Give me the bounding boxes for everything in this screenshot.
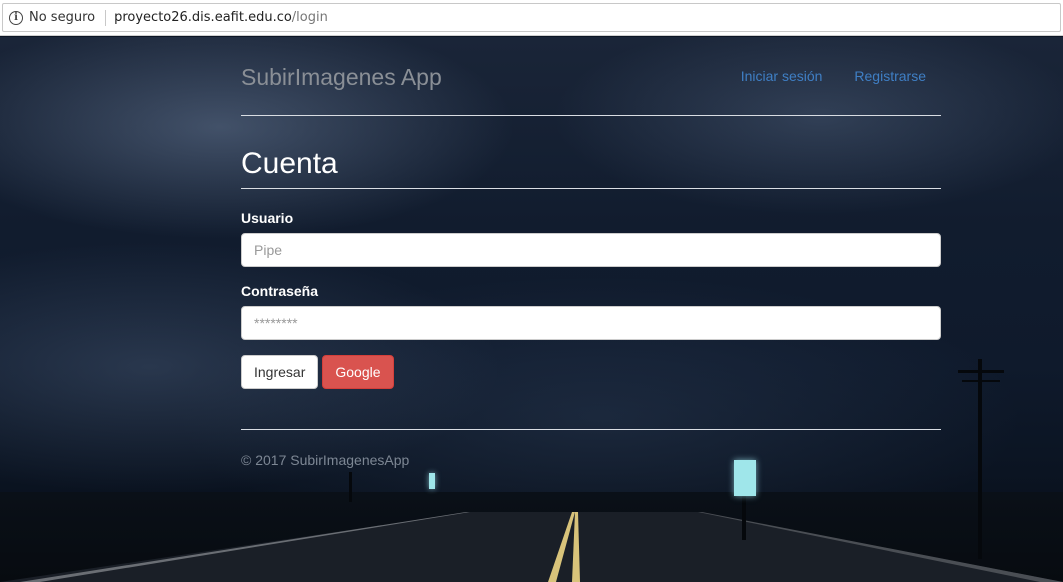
utility-pole-crossbar bbox=[962, 380, 1000, 382]
info-icon[interactable]: i bbox=[9, 10, 23, 25]
divider bbox=[105, 9, 107, 26]
form-buttons: Ingresar Google bbox=[241, 355, 941, 389]
main-container: SubirImagenes App Iniciar sesión Registr… bbox=[241, 37, 941, 468]
road-marker bbox=[429, 473, 435, 489]
nav-links: Iniciar sesión Registrarse bbox=[741, 68, 926, 84]
password-input[interactable] bbox=[241, 306, 941, 340]
navbar: SubirImagenes App Iniciar sesión Registr… bbox=[241, 37, 941, 116]
password-label: Contraseña bbox=[241, 283, 319, 299]
login-link[interactable]: Iniciar sesión bbox=[741, 68, 823, 84]
password-group: Contraseña bbox=[241, 283, 941, 340]
username-label: Usuario bbox=[241, 210, 294, 226]
register-link[interactable]: Registrarse bbox=[854, 68, 926, 84]
security-label[interactable]: No seguro bbox=[29, 10, 95, 25]
omnibox[interactable]: i No seguro proyecto26.dis.eafit.edu.co /… bbox=[2, 3, 1061, 32]
footer: © 2017 SubirImagenesApp bbox=[241, 429, 941, 468]
username-group: Usuario bbox=[241, 210, 941, 267]
page-title: Cuenta bbox=[241, 147, 941, 189]
username-input[interactable] bbox=[241, 233, 941, 267]
brand-title[interactable]: SubirImagenes App bbox=[241, 64, 442, 91]
url-host[interactable]: proyecto26.dis.eafit.edu.co bbox=[114, 10, 292, 25]
sign-post bbox=[742, 492, 746, 540]
browser-address-bar: i No seguro proyecto26.dis.eafit.edu.co /… bbox=[0, 0, 1063, 36]
road bbox=[0, 512, 1063, 582]
fence-post bbox=[349, 472, 352, 502]
utility-pole-crossbar bbox=[958, 370, 1004, 373]
utility-pole bbox=[978, 359, 982, 559]
footer-copyright: © 2017 SubirImagenesApp bbox=[241, 452, 410, 468]
url-path[interactable]: /login bbox=[292, 10, 328, 25]
google-button[interactable]: Google bbox=[322, 355, 394, 389]
submit-button[interactable]: Ingresar bbox=[241, 355, 319, 389]
